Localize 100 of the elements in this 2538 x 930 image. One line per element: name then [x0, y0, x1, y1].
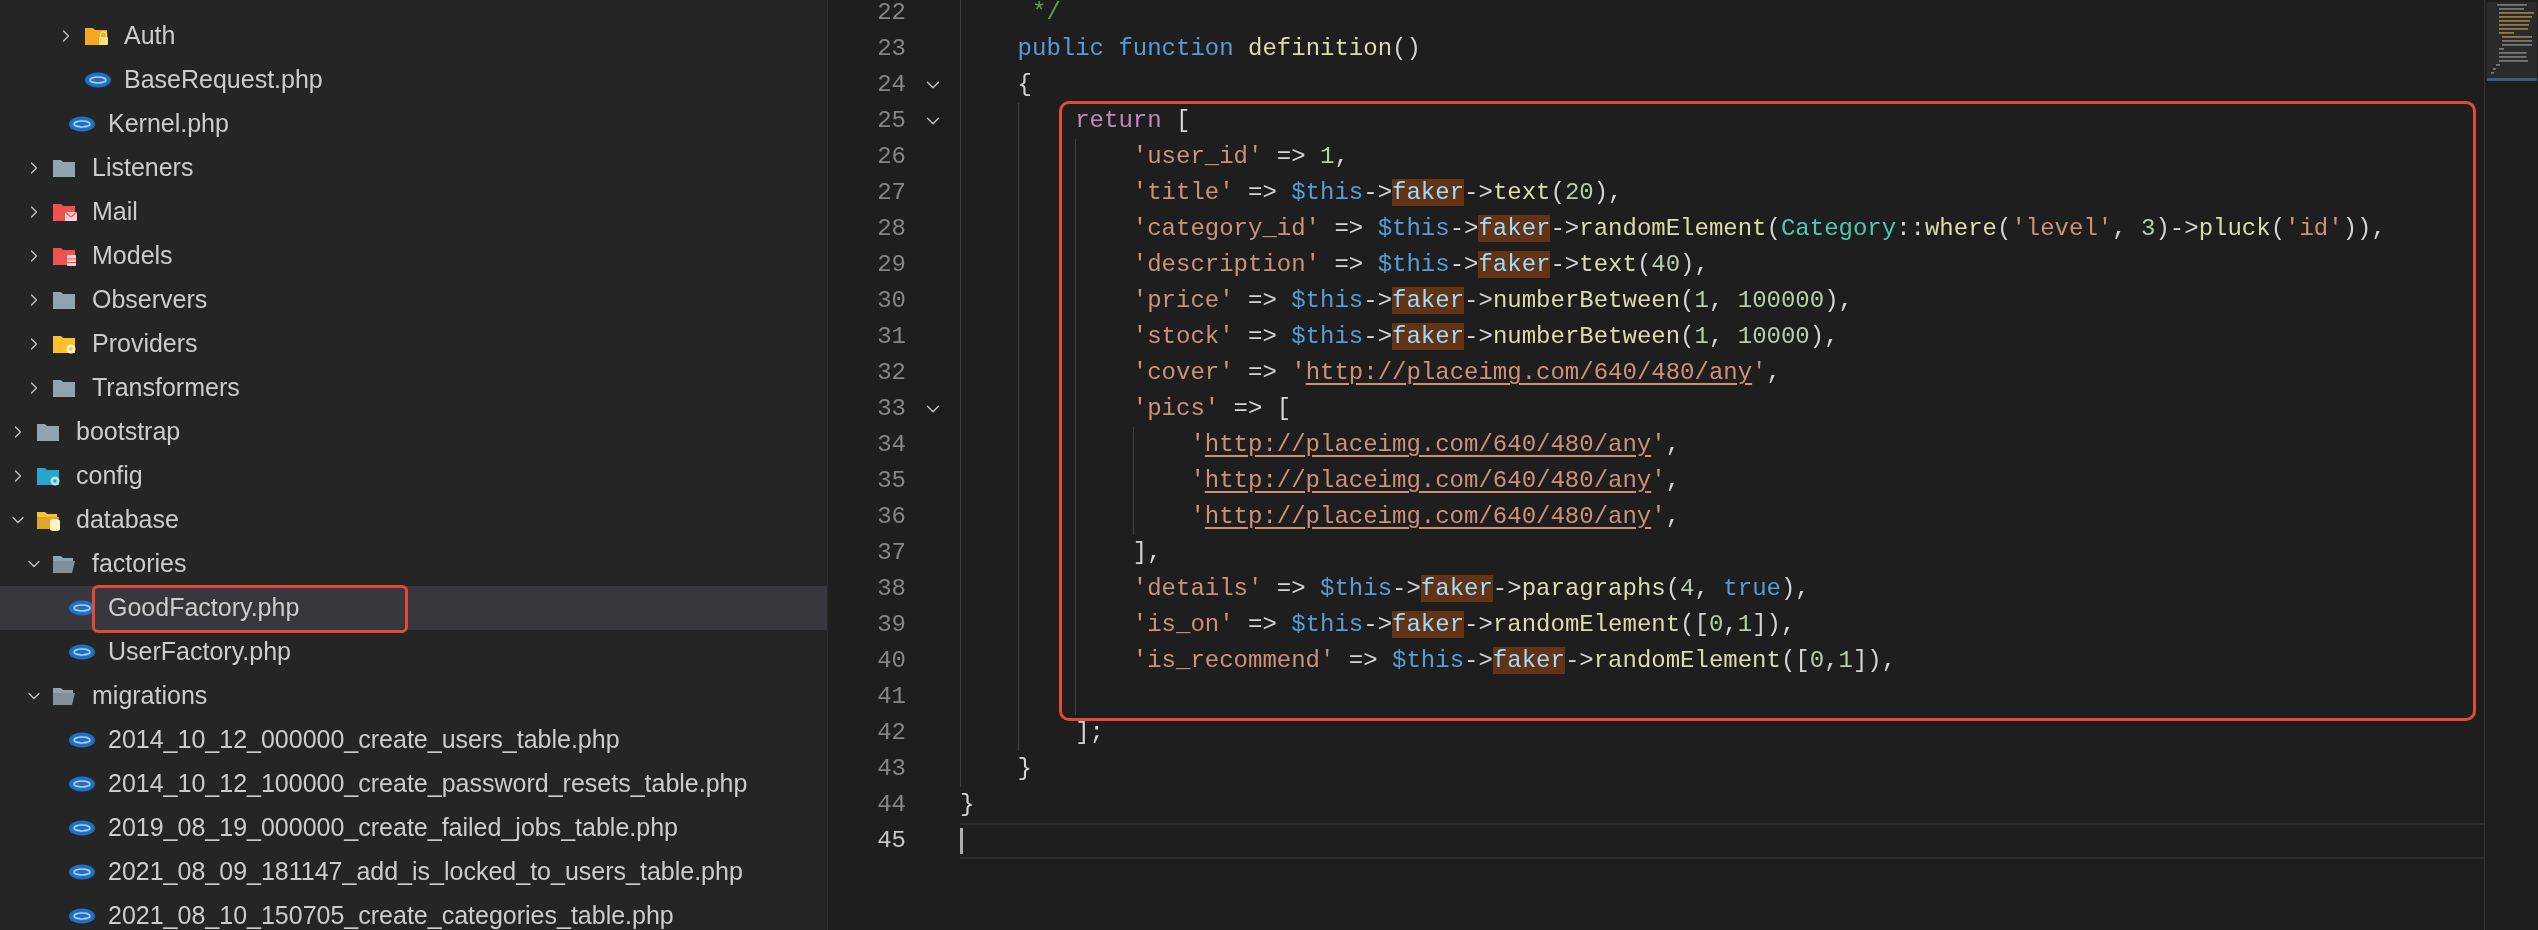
line-number: 38	[876, 574, 906, 604]
file-item[interactable]: BaseRequest.php	[0, 58, 827, 102]
open-folder-icon	[36, 509, 62, 531]
item-label: Providers	[92, 329, 198, 358]
line-number: 32	[876, 358, 906, 388]
folder-item[interactable]: config	[0, 454, 827, 498]
folder-item[interactable]: Providers	[0, 322, 827, 366]
folder-icon	[52, 377, 78, 399]
line-number: 27	[876, 178, 906, 208]
folder-icon	[36, 465, 62, 487]
file-item[interactable]: Kernel.php	[0, 102, 827, 146]
item-label: Kernel.php	[108, 109, 229, 138]
code-line: 'price' => $this->faker->numberBetween(1, 100000),	[1132, 286, 1853, 316]
item-label: GoodFactory.php	[108, 593, 300, 622]
folder-item[interactable]: Transformers	[0, 366, 827, 410]
folder-item[interactable]: bootstrap	[0, 410, 827, 454]
code-line: public function definition()	[1017, 34, 1421, 64]
open-folder-icon	[52, 553, 78, 575]
code-line: 'pics' => [	[1132, 394, 1292, 424]
code-line: 'stock' => $this->faker->numberBetween(1, 10000),	[1132, 322, 1839, 352]
code-line: 'is_on' => $this->faker->randomElement([0,1]),	[1132, 610, 1796, 640]
folder-item[interactable]: Listeners	[0, 146, 827, 190]
file-icon	[84, 72, 112, 88]
file-item[interactable]: 2014_10_12_000000_create_users_table.php	[0, 718, 827, 762]
code-line: 'is_recommend' => $this->faker->randomElement([0,1]),	[1132, 646, 1897, 676]
item-label: 2021_08_09_181147_add_is_locked_to_users_table.php	[108, 857, 743, 886]
item-label: config	[76, 461, 143, 490]
file-item[interactable]: 2019_08_19_000000_create_failed_jobs_table.php	[0, 806, 827, 850]
item-label: Observers	[92, 285, 208, 314]
code-line: 'description' => $this->faker->text(40),	[1132, 250, 1709, 280]
file-item[interactable]: 2021_08_10_150705_create_categories_table.php	[0, 894, 827, 930]
line-number: 31	[876, 322, 906, 352]
folder-item[interactable]: database	[0, 498, 827, 542]
open-folder-icon	[52, 685, 78, 707]
code-line: return [	[1075, 106, 1191, 136]
folder-icon	[52, 333, 78, 355]
folder-item[interactable]: Auth	[0, 14, 827, 58]
file-item[interactable]: UserFactory.php	[0, 630, 827, 674]
item-label: 2014_10_12_000000_create_users_table.php	[108, 725, 620, 754]
line-number: 26	[876, 142, 906, 172]
code-line: }	[1017, 754, 1032, 784]
folder-item[interactable]: Models	[0, 234, 827, 278]
code-line: }	[960, 790, 975, 820]
minimap[interactable]	[2486, 2, 2537, 82]
folder-item[interactable]: factories	[0, 542, 827, 586]
line-number: 44	[876, 790, 906, 820]
file-icon	[68, 644, 96, 660]
folder-icon	[52, 201, 78, 223]
folder-item[interactable]: Mail	[0, 190, 827, 234]
folder-item[interactable]: migrations	[0, 674, 827, 718]
item-label: bootstrap	[76, 417, 181, 446]
code-line: {	[1017, 70, 1032, 100]
file-icon	[68, 864, 96, 880]
line-number: 23	[876, 34, 906, 64]
text-cursor	[960, 828, 963, 854]
line-number: 24	[876, 70, 906, 100]
file-icon	[68, 776, 96, 792]
line-number: 22	[876, 0, 906, 28]
folder-icon	[52, 245, 78, 267]
line-number: 43	[876, 754, 906, 784]
item-label: factories	[92, 549, 187, 578]
item-label: Auth	[124, 21, 176, 50]
code-line: 'http://placeimg.com/640/480/any',	[1190, 430, 1681, 460]
file-icon	[68, 116, 96, 132]
code-line: 'http://placeimg.com/640/480/any',	[1190, 466, 1681, 496]
item-label: Listeners	[92, 153, 194, 182]
item-label: 2014_10_12_100000_create_password_resets_table.php	[108, 769, 748, 798]
file-icon	[68, 732, 96, 748]
code-line: 'title' => $this->faker->text(20),	[1132, 178, 1623, 208]
item-label: 2021_08_10_150705_create_categories_table.php	[108, 901, 674, 930]
line-number: 28	[876, 214, 906, 244]
line-number: 40	[876, 646, 906, 676]
folder-icon	[52, 289, 78, 311]
item-label: 2019_08_19_000000_create_failed_jobs_table.php	[108, 813, 678, 842]
code-line: 'category_id' => $this->faker->randomElement(Category::where('level', 3)->pluck('id')),	[1132, 214, 2386, 244]
file-item[interactable]: 2021_08_09_181147_add_is_locked_to_users_table.php	[0, 850, 827, 894]
item-label: Mail	[92, 197, 138, 226]
line-number: 36	[876, 502, 906, 532]
item-label: BaseRequest.php	[124, 65, 323, 94]
line-number: 29	[876, 250, 906, 280]
code-line: ];	[1075, 718, 1104, 748]
line-number: 45	[876, 826, 906, 856]
item-label: Models	[92, 241, 173, 270]
line-number: 39	[876, 610, 906, 640]
code-line: 'cover' => 'http://placeimg.com/640/480/any',	[1132, 358, 1781, 388]
item-label: UserFactory.php	[108, 637, 291, 666]
file-item[interactable]: 2014_10_12_100000_create_password_resets_table.php	[0, 762, 827, 806]
line-number: 33	[876, 394, 906, 424]
code-line: */	[1031, 0, 1061, 28]
folder-icon	[36, 421, 62, 443]
folder-icon	[52, 157, 78, 179]
folder-item[interactable]: Observers	[0, 278, 827, 322]
line-number: 34	[876, 430, 906, 460]
line-number: 30	[876, 286, 906, 316]
item-label: migrations	[92, 681, 208, 710]
code-line: 'http://placeimg.com/640/480/any',	[1190, 502, 1681, 532]
file-item[interactable]: GoodFactory.php	[0, 586, 827, 630]
code-line: 'details' => $this->faker->paragraphs(4, true),	[1132, 574, 1810, 604]
code-line: 'user_id' => 1,	[1132, 142, 1349, 172]
item-label: database	[76, 505, 179, 534]
